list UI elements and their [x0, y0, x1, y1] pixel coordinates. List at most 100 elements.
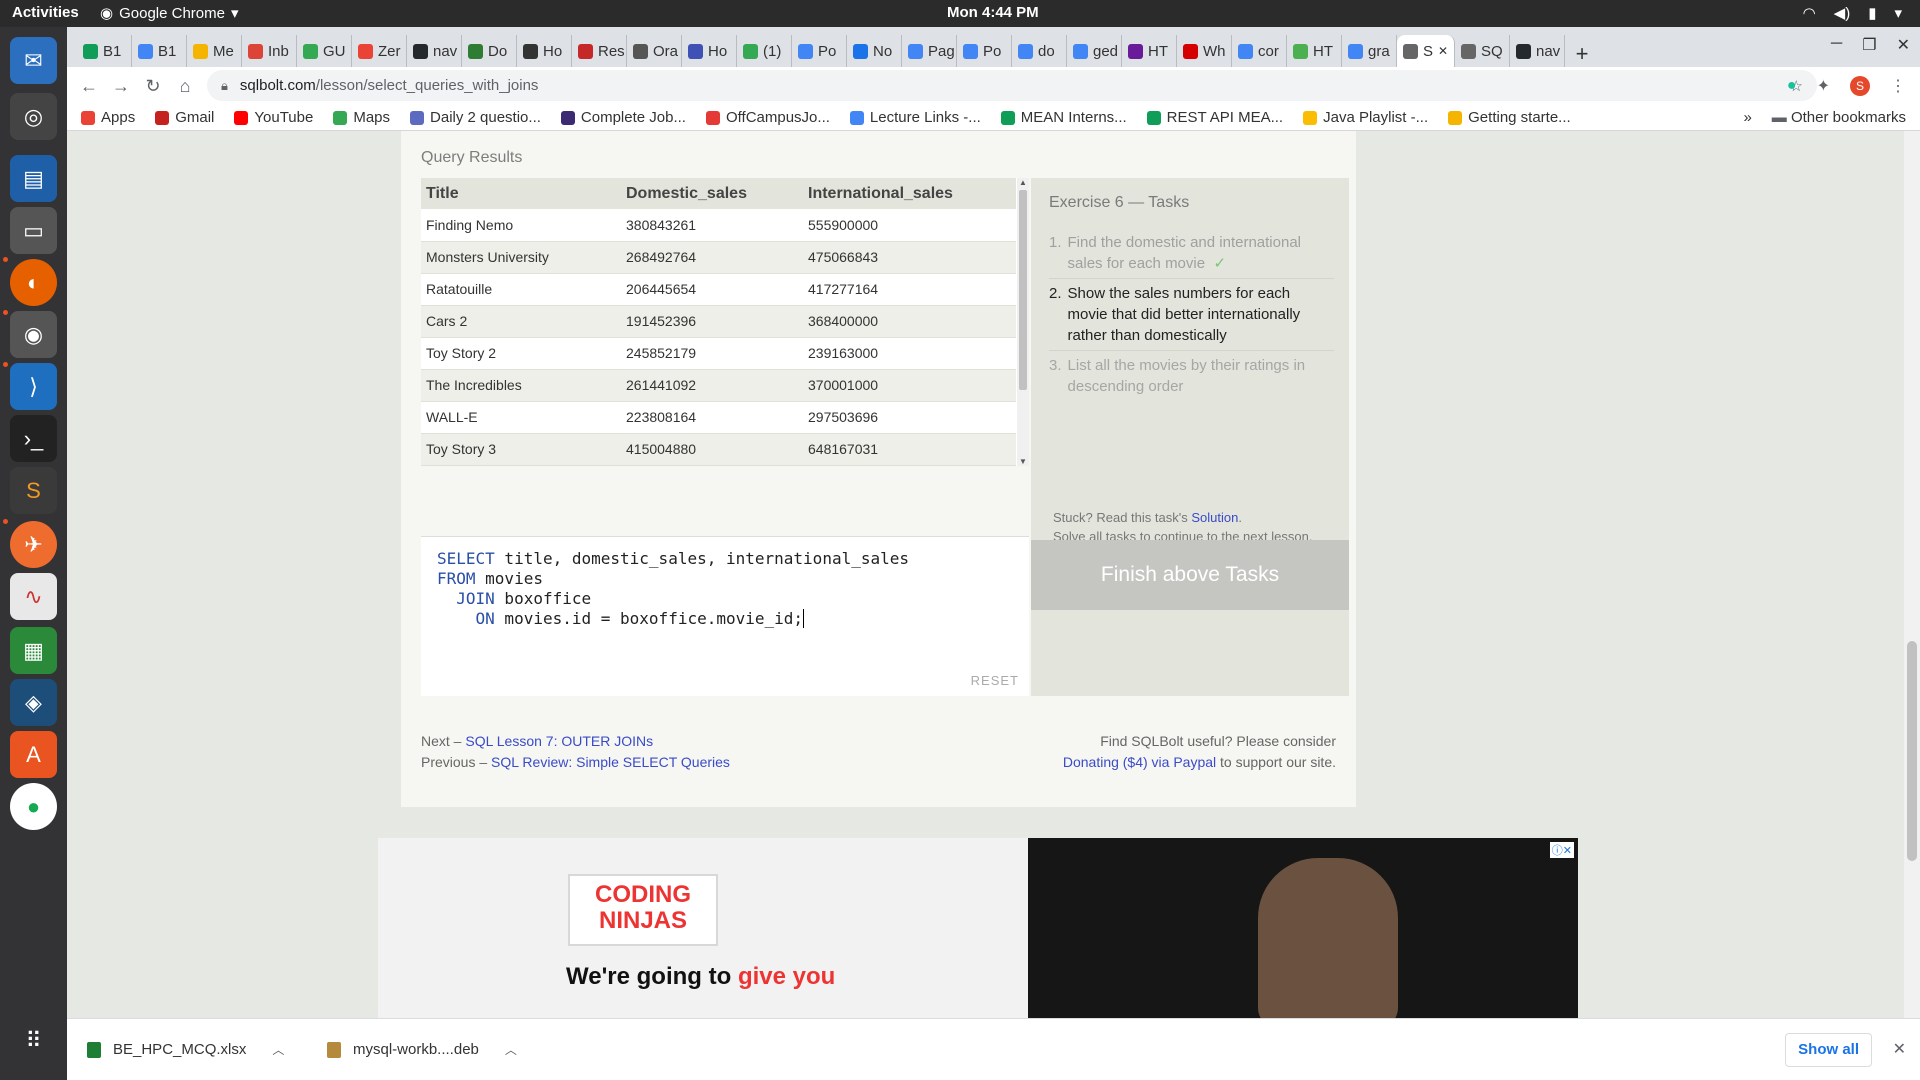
- browser-tab[interactable]: cor: [1232, 35, 1287, 67]
- chevron-up-icon[interactable]: ︿: [505, 1041, 517, 1058]
- browser-tab[interactable]: B1: [77, 35, 132, 67]
- ad-close-icon[interactable]: ⓘ✕: [1549, 842, 1574, 858]
- terminal-icon[interactable]: ›_: [10, 415, 57, 462]
- results-scrollbar[interactable]: ▲ ▼: [1017, 178, 1029, 466]
- close-icon[interactable]: ✕: [1897, 35, 1910, 55]
- postman-icon[interactable]: ✈: [10, 521, 57, 568]
- forward-icon[interactable]: →: [105, 76, 137, 97]
- sublime-icon[interactable]: S: [10, 467, 57, 514]
- restore-icon[interactable]: ❐: [1862, 35, 1876, 55]
- menu-kebab-icon[interactable]: ⋮: [1890, 76, 1906, 96]
- address-bar[interactable]: 🔒︎ sqlbolt.com/lesson/select_queries_wit…: [207, 70, 1817, 101]
- browser-tab[interactable]: Res: [572, 35, 627, 67]
- browser-tab[interactable]: B1: [132, 35, 187, 67]
- browser-tab[interactable]: Me: [187, 35, 242, 67]
- sql-editor[interactable]: SELECT title, domestic_sales, internatio…: [421, 536, 1029, 696]
- activities-button[interactable]: Activities: [12, 4, 79, 21]
- bookmark-item[interactable]: Maps: [333, 109, 390, 126]
- firefox-icon[interactable]: ◐: [10, 259, 57, 306]
- tab-favicon-icon: [1183, 43, 1198, 59]
- bookmark-item[interactable]: Java Playlist -...: [1303, 109, 1428, 126]
- browser-tab[interactable]: Ora: [627, 35, 682, 67]
- browser-tab[interactable]: Wh: [1177, 35, 1232, 67]
- vscode-icon[interactable]: ⟩: [10, 363, 57, 410]
- browser-tab[interactable]: nav: [1510, 35, 1565, 67]
- advertisement-banner[interactable]: CODING NINJAS We're going to give you ⓘ✕: [378, 838, 1578, 1018]
- scroll-down-icon[interactable]: ▼: [1019, 457, 1027, 466]
- close-icon[interactable]: ✕: [1893, 1039, 1906, 1059]
- bookmark-item[interactable]: REST API MEA...: [1146, 109, 1283, 126]
- back-icon[interactable]: ←: [73, 76, 105, 97]
- pdf-viewer-icon[interactable]: ∿: [10, 573, 57, 620]
- bookmark-item[interactable]: YouTube: [234, 109, 313, 126]
- mysql-workbench-icon[interactable]: ◈: [10, 679, 57, 726]
- minimize-icon[interactable]: ─: [1831, 35, 1842, 55]
- solution-link[interactable]: Solution: [1191, 510, 1238, 525]
- browser-tab[interactable]: Ho: [517, 35, 572, 67]
- browser-tab[interactable]: SQ: [1455, 35, 1510, 67]
- chevron-up-icon[interactable]: ︿: [272, 1041, 284, 1058]
- reload-icon[interactable]: ↻: [137, 76, 169, 97]
- files-icon[interactable]: ▭: [10, 207, 57, 254]
- previous-lesson-link[interactable]: SQL Review: Simple SELECT Queries: [491, 754, 730, 770]
- finish-tasks-button[interactable]: Finish above Tasks: [1031, 540, 1349, 610]
- browser-tab[interactable]: No: [847, 35, 902, 67]
- thunderbird-icon[interactable]: ✉: [10, 37, 57, 84]
- scroll-up-icon[interactable]: ▲: [1019, 178, 1027, 187]
- tab-close-icon[interactable]: ✕: [1438, 44, 1448, 58]
- browser-tab[interactable]: do: [1012, 35, 1067, 67]
- page-scrollbar-thumb[interactable]: [1907, 641, 1917, 861]
- browser-tab[interactable]: (1): [737, 35, 792, 67]
- chrome-icon[interactable]: ◉: [10, 311, 57, 358]
- browser-tab[interactable]: Ho: [682, 35, 737, 67]
- bookmark-item[interactable]: Daily 2 questio...: [410, 109, 541, 126]
- browser-tab[interactable]: Do: [462, 35, 517, 67]
- system-tray[interactable]: ◠ ◀) ▮ ▾: [1803, 4, 1902, 22]
- browser-tab[interactable]: ged: [1067, 35, 1122, 67]
- profile-avatar[interactable]: S: [1850, 76, 1870, 96]
- bookmarks-overflow-icon[interactable]: »: [1743, 109, 1751, 126]
- scrollbar-thumb[interactable]: [1019, 190, 1027, 390]
- extensions-puzzle-icon[interactable]: ✦: [1817, 76, 1830, 96]
- software-center-icon[interactable]: A: [10, 731, 57, 778]
- bookmark-item[interactable]: OffCampusJo...: [705, 109, 830, 126]
- bookmark-item[interactable]: MEAN Interns...: [1000, 109, 1127, 126]
- download-item[interactable]: mysql-workb....deb ︿: [307, 1041, 547, 1058]
- browser-tab[interactable]: Po: [957, 35, 1012, 67]
- browser-tab[interactable]: HT: [1287, 35, 1342, 67]
- grammarly-icon[interactable]: ●: [1787, 77, 1797, 95]
- browser-tab[interactable]: Po: [792, 35, 847, 67]
- bookmark-item[interactable]: Gmail: [155, 109, 214, 126]
- other-bookmarks[interactable]: ▬ Other bookmarks: [1772, 109, 1906, 126]
- app-menu[interactable]: ◉ Google Chrome ▾: [100, 4, 239, 23]
- browser-tab[interactable]: Inb: [242, 35, 297, 67]
- bookmark-item[interactable]: Complete Job...: [560, 109, 686, 126]
- browser-tab[interactable]: Pag: [902, 35, 957, 67]
- query-results-table[interactable]: Title Domestic_sales International_sales F…: [421, 178, 1029, 466]
- show-all-downloads-button[interactable]: Show all: [1785, 1033, 1872, 1067]
- text-cursor: ​: [803, 609, 805, 628]
- show-apps-icon[interactable]: ⠿: [10, 1017, 57, 1064]
- calc-icon[interactable]: ▦: [10, 627, 57, 674]
- reset-button[interactable]: RESET: [971, 673, 1019, 688]
- browser-tab[interactable]: Zer: [352, 35, 407, 67]
- clock[interactable]: Mon 4:44 PM: [947, 4, 1039, 21]
- bookmark-item[interactable]: Getting starte...: [1448, 109, 1571, 126]
- page-scrollbar[interactable]: [1904, 131, 1920, 1018]
- browser-tab[interactable]: gra: [1342, 35, 1397, 67]
- writer-icon[interactable]: ▤: [10, 155, 57, 202]
- mongodb-icon[interactable]: ●: [10, 783, 57, 830]
- bookmark-item[interactable]: Lecture Links -...: [849, 109, 981, 126]
- bookmark-item[interactable]: Apps: [81, 109, 135, 126]
- download-item[interactable]: BE_HPC_MCQ.xlsx ︿: [67, 1041, 307, 1058]
- new-tab-icon[interactable]: +: [1565, 41, 1599, 67]
- rhythmbox-icon[interactable]: ◎: [10, 93, 57, 140]
- browser-tab[interactable]: S ✕: [1397, 35, 1455, 67]
- browser-tab[interactable]: HT: [1122, 35, 1177, 67]
- donate-link[interactable]: Donating ($4) via Paypal: [1063, 754, 1216, 770]
- browser-tab[interactable]: GU: [297, 35, 352, 67]
- tab-title: No: [873, 42, 893, 60]
- browser-tab[interactable]: nav: [407, 35, 462, 67]
- next-lesson-link[interactable]: SQL Lesson 7: OUTER JOINs: [465, 733, 653, 749]
- home-icon[interactable]: ⌂: [169, 76, 201, 97]
